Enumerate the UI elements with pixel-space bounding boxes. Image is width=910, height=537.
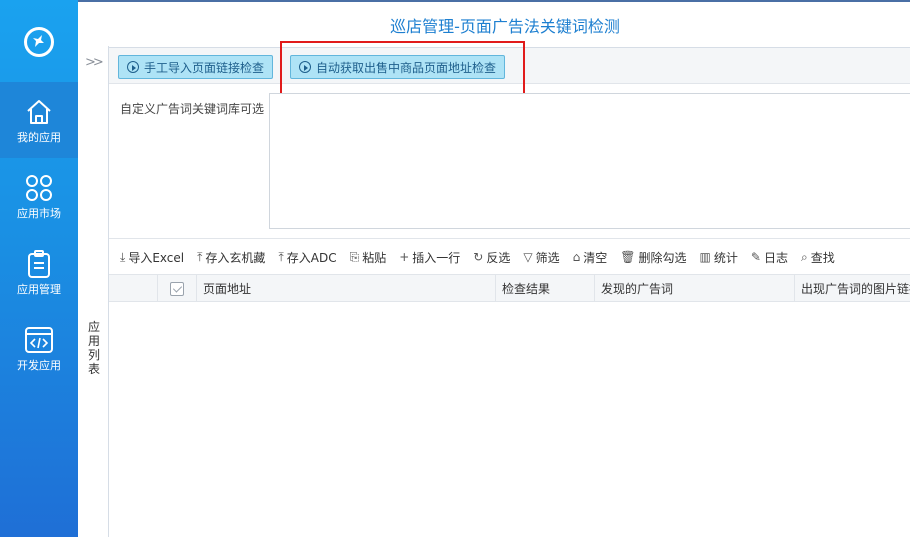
delete-checked-button[interactable]: 🗑 删除勾选 [620,249,686,266]
divider [109,238,910,239]
sidebar-item-my-apps[interactable]: 我的应用 [0,82,78,158]
upload-icon: ⤒ [278,249,284,264]
sidebar-item-app-market[interactable]: 应用市场 [0,158,78,234]
sidebar-item-app-management[interactable]: 应用管理 [0,234,78,310]
button-label: 查找 [810,250,835,265]
column-header-found-ad-words[interactable]: 发现的广告词 [595,275,795,302]
button-label: 反选 [486,250,511,265]
sidebar-item-develop-apps[interactable]: 开发应用 [0,310,78,386]
grid-icon [26,174,52,201]
table-header: 页面地址 检查结果 发现的广告词 出现广告词的图片链接 [109,274,910,302]
play-circle-icon [127,61,139,73]
filter-icon: ▽ [523,250,533,264]
import-excel-button[interactable]: ⤓ 导入Excel [120,249,184,266]
button-label: 导入Excel [128,250,185,265]
app-list-panel-collapsed[interactable]: >> 应用列表 [78,46,109,537]
column-header-image-links[interactable]: 出现广告词的图片链接 [795,275,910,302]
column-header-page-url[interactable]: 页面地址 [197,275,496,302]
main-panel: 手工导入页面链接检查 自动获取出售中商品页面地址检查 自定义广告词关键词库可选 … [109,41,910,537]
insert-row-button[interactable]: + 插入一行 [399,249,460,266]
manual-import-button[interactable]: 手工导入页面链接检查 [118,55,274,79]
grid-toolbar: ⤓ 导入Excel ⤒ 存入玄机藏 ⤒ 存入ADC ⎘ 粘贴 + 插入一行 ↻ 反选 ▽ 筛选… [109,244,910,270]
save-xuanjicang-button[interactable]: ⤒ 存入玄机藏 [197,249,265,266]
keyword-library-label: 自定义广告词关键词库可选 [120,102,265,116]
button-label: 清空 [583,250,608,265]
invert-selection-button[interactable]: ↻ 反选 [473,249,510,266]
paste-button[interactable]: ⎘ 粘贴 [350,249,387,266]
broom-icon: ⌂ [572,250,581,264]
expand-chevron-icon[interactable]: >> [85,55,104,70]
clear-button[interactable]: ⌂ 清空 [573,249,608,266]
import-icon: ⤓ [120,249,126,264]
table-body[interactable] [109,302,910,537]
app-list-label: 应用列表 [87,320,100,376]
sidebar-item-label: 开发应用 [17,358,61,372]
button-label: 筛选 [535,250,560,265]
clipboard-icon [28,249,50,278]
code-window-icon [25,326,53,353]
log-icon: ✎ [750,250,761,264]
select-all-header [158,275,197,302]
keyword-library-textarea[interactable] [269,93,910,229]
sidebar-item-label: 我的应用 [17,130,61,144]
paste-icon: ⎘ [349,249,360,264]
column-header-check-result[interactable]: 检查结果 [496,275,595,302]
page-title: 巡店管理-页面广告法关键词检测 [390,17,620,36]
button-label: 存入ADC [286,250,337,265]
save-adc-button[interactable]: ⤒ 存入ADC [278,249,336,266]
button-label: 日志 [763,250,788,265]
home-icon [27,99,51,124]
plus-icon: + [399,250,410,264]
button-label: 插入一行 [412,250,461,265]
unicorn-logo-icon [24,27,54,57]
log-button[interactable]: ✎ 日志 [751,249,788,266]
trash-icon: 🗑 [620,250,636,264]
select-all-checkbox[interactable] [170,281,184,296]
button-label: 删除勾选 [638,250,687,265]
filter-button[interactable]: ▽ 筛选 [523,249,559,266]
stats-button[interactable]: ▥ 统计 [700,249,738,266]
search-icon: ⌕ [800,249,808,264]
sidebar-item-label: 应用市场 [17,206,61,220]
button-label: 统计 [713,250,738,265]
row-number-header [109,275,158,302]
logo [0,2,78,82]
app-window: 我的应用 应用市场 应用管理 开发应用 巡店管理-页面广告法关键词检测 >> 应… [0,0,910,537]
stats-icon: ▥ [699,250,711,264]
invert-icon: ↻ [473,250,484,264]
button-label: 粘贴 [362,250,387,265]
sidebar: 我的应用 应用市场 应用管理 开发应用 [0,0,78,537]
sidebar-item-label: 应用管理 [17,282,61,296]
button-label: 存入玄机藏 [205,250,266,265]
upload-icon: ⤒ [197,249,203,264]
highlight-box [280,41,525,97]
find-button[interactable]: ⌕ 查找 [801,249,835,266]
manual-import-label: 手工导入页面链接检查 [144,60,265,75]
